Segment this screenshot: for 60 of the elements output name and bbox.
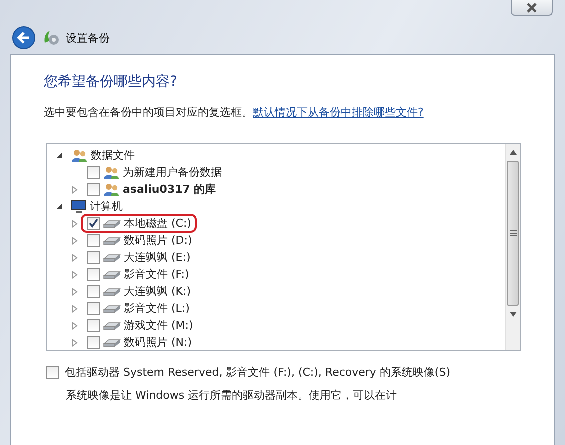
tree-item[interactable]: 为新建用户备份数据 <box>123 165 222 180</box>
page-heading: 您希望备份哪些内容? <box>44 73 178 91</box>
drive-icon <box>103 252 121 264</box>
tree-item[interactable]: 影音文件 (F:) <box>124 267 190 282</box>
drive-icon <box>103 320 121 332</box>
drive-icon <box>103 336 121 348</box>
checkbox[interactable] <box>87 166 100 179</box>
tree-item[interactable]: 游戏文件 (M:) <box>124 318 194 333</box>
collapsed-arrow-icon[interactable] <box>72 254 78 262</box>
tree-item[interactable]: 影音文件 (L:) <box>124 301 190 316</box>
grip-icon <box>510 230 516 237</box>
collapsed-arrow-icon[interactable] <box>72 338 78 346</box>
tree-item[interactable]: 数码照片 (N:) <box>124 335 192 350</box>
instruction-text: 选中要包含在备份中的项目对应的复选框。 <box>44 105 253 120</box>
scroll-down-icon[interactable] <box>510 312 516 317</box>
checkbox[interactable] <box>87 319 100 332</box>
collapsed-arrow-icon[interactable] <box>72 186 78 194</box>
system-image-label: 包括驱动器 System Reserved, 影音文件 (F:), (C:), Recovery 的系统映像(S) <box>65 365 450 380</box>
tree-item[interactable]: 数据文件 <box>91 148 135 163</box>
computer-icon <box>71 200 87 214</box>
system-image-description: 系统映像是让 Windows 运行所需的驱动器副本。使用它，可以在计 <box>66 388 398 403</box>
close-button[interactable] <box>511 0 553 16</box>
scroll-up-icon[interactable] <box>510 150 516 155</box>
excluded-files-link[interactable]: 默认情况下从备份中排除哪些文件? <box>253 105 424 120</box>
tree-item[interactable]: 大连飒飒 (E:) <box>124 250 191 265</box>
collapsed-arrow-icon[interactable] <box>72 288 78 296</box>
checkbox[interactable] <box>87 285 100 298</box>
collapsed-arrow-icon[interactable] <box>72 236 78 244</box>
checkbox[interactable] <box>87 183 100 196</box>
tree-item[interactable]: 大连飒飒 (K:) <box>124 284 191 299</box>
checkbox[interactable] <box>87 234 100 247</box>
checkbox[interactable] <box>87 251 100 264</box>
drive-icon <box>103 268 121 280</box>
expanded-arrow-icon[interactable] <box>56 152 62 159</box>
close-icon <box>526 2 538 12</box>
expanded-arrow-icon[interactable] <box>56 203 62 210</box>
users-icon <box>71 148 88 162</box>
checkbox[interactable] <box>46 366 59 379</box>
tree-item[interactable]: asaliu0317 的库 <box>123 182 216 197</box>
users-icon <box>103 166 120 180</box>
tree-item[interactable]: 计算机 <box>90 199 123 214</box>
tree-item[interactable]: 数码照片 (D:) <box>124 233 192 248</box>
collapsed-arrow-icon[interactable] <box>72 322 78 330</box>
window-title: 设置备份 <box>66 30 110 46</box>
drive-icon <box>103 218 121 230</box>
back-button[interactable] <box>12 26 36 50</box>
checkbox[interactable] <box>87 302 100 315</box>
collapsed-arrow-icon[interactable] <box>72 220 78 228</box>
checkbox[interactable] <box>87 336 100 349</box>
scroll-thumb[interactable] <box>507 161 519 306</box>
collapsed-arrow-icon[interactable] <box>72 270 78 278</box>
collapsed-arrow-icon[interactable] <box>72 304 78 312</box>
scrollbar[interactable] <box>505 144 520 350</box>
drive-icon <box>103 234 121 246</box>
checkbox[interactable] <box>87 217 100 230</box>
tree-item[interactable]: 本地磁盘 (C:) <box>124 216 192 231</box>
checkbox[interactable] <box>87 268 100 281</box>
drive-icon <box>103 302 121 314</box>
drive-icon <box>103 286 121 298</box>
users-icon <box>103 182 120 196</box>
